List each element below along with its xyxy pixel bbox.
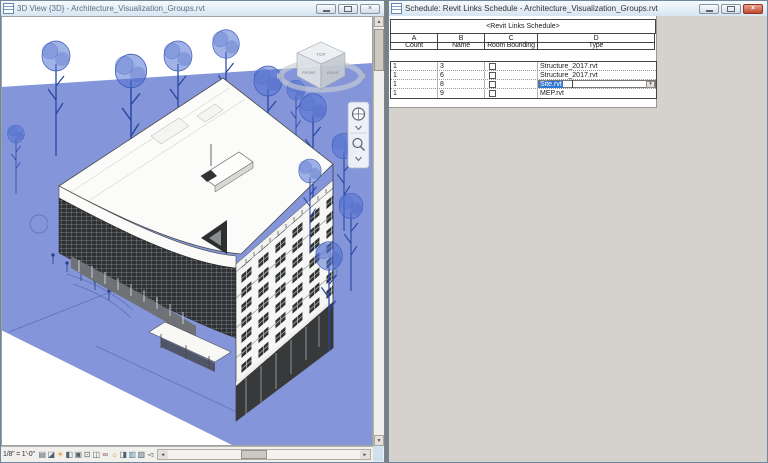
3d-scene: TOP FRONT RIGHT [1,16,373,446]
column-header-row: Count Name Room Bounding Type [390,41,655,50]
sun-path-icon[interactable]: ☀ [56,449,65,460]
table-row: 1 9 MEP.rvt [391,89,656,98]
visual-style-icon[interactable]: ◪ [47,449,56,460]
drawing-area-3d-view[interactable]: TOP FRONT RIGHT [1,16,373,446]
viewcube-front-label: FRONT [302,70,316,75]
window-titlebar[interactable]: 3D View {3D} - Architecture_Visualizatio… [1,1,384,16]
window-title: Schedule: Revit Links Schedule - Archite… [405,4,696,13]
schedule-title: <Revit Links Schedule> [390,19,656,34]
scroll-right-arrow[interactable]: ► [360,450,370,459]
room-bounding-checkbox[interactable] [489,90,496,97]
hide-isolate-icon[interactable]: ∞ [101,449,110,460]
steering-wheel-icon[interactable] [353,108,365,120]
cell-name[interactable]: 8 [438,80,485,88]
view-window-icon [3,3,14,14]
minimize-button[interactable] [316,4,336,14]
selected-cell-text[interactable]: Site.rvt [539,81,563,88]
scroll-up-arrow[interactable]: ▲ [374,16,384,27]
room-bounding-checkbox[interactable] [489,63,496,70]
scroll-left-arrow[interactable]: ◄ [158,450,168,459]
schedule-window-icon [391,3,402,14]
detail-level-icon[interactable]: ▤ [38,449,47,460]
schedule-view-area: <Revit Links Schedule> A B C D Count Nam… [389,16,767,462]
cell-room-bounding[interactable] [485,62,538,70]
crop-view-icon[interactable]: ⊡ [83,449,92,460]
scale-control[interactable]: 1/8" = 1'-0" [3,451,35,458]
schedule-data-table: 1 3 Structure_2017.rvt 1 6 Structure_201… [390,61,657,99]
close-button[interactable]: × [360,4,380,14]
reveal-constraints-icon[interactable]: ◅ [146,449,155,460]
cell-room-bounding[interactable] [485,71,538,79]
view-control-bar: 1/8" = 1'-0" ▤ ◪ ☀ ◧ ▣ ⊡ ◫ ∞ ☼ ◨ ▥ ▧ ◅ ◄… [1,446,373,462]
room-bounding-checkbox[interactable] [489,81,496,88]
text-cursor-ibeam [569,80,576,88]
cell-name[interactable]: 3 [438,62,485,70]
header-name[interactable]: Name [438,41,485,50]
restore-icon [344,6,352,12]
view-properties-icon[interactable]: ◨ [119,449,128,460]
cell-type[interactable]: Structure_2017.rvt [538,62,656,70]
schedule-sheet: <Revit Links Schedule> A B C D Count Nam… [389,16,657,108]
cell-count[interactable]: 1 [391,71,438,79]
cell-type-editing[interactable]: Site.rvt ▾ [538,80,656,88]
cell-type[interactable]: Structure_2017.rvt [538,71,656,79]
cell-room-bounding[interactable] [485,80,538,88]
cell-name[interactable]: 9 [438,89,485,98]
horizontal-scroll-track[interactable] [168,450,360,459]
shadows-icon[interactable]: ◧ [65,449,74,460]
room-bounding-checkbox[interactable] [489,72,496,79]
scroll-down-arrow[interactable]: ▼ [374,435,384,446]
vertical-scrollbar[interactable]: ▲ ▼ [373,16,384,446]
schedule-window: Schedule: Revit Links Schedule - Archite… [388,0,768,463]
table-row-selected: 1 8 Site.rvt ▾ [391,80,656,89]
window-titlebar[interactable]: Schedule: Revit Links Schedule - Archite… [389,1,767,16]
horizontal-scroll-thumb[interactable] [241,450,267,459]
window-title: 3D View {3D} - Architecture_Visualizatio… [17,4,313,13]
header-room-bounding[interactable]: Room Bounding [485,41,538,50]
crop-region-icon[interactable]: ◫ [92,449,101,460]
viewcube-right-label: RIGHT [327,70,340,75]
cell-dropdown-button[interactable]: ▾ [646,81,655,88]
restore-button[interactable] [338,4,358,14]
header-count[interactable]: Count [391,41,438,50]
reveal-hidden-icon[interactable]: ☼ [110,449,119,460]
analytical-model-icon[interactable]: ▥ [128,449,137,460]
cell-count[interactable]: 1 [391,62,438,70]
vertical-scroll-thumb[interactable] [374,29,384,71]
restore-icon [727,6,735,12]
horizontal-scrollbar[interactable]: ◄ ► [157,449,371,460]
header-type[interactable]: Type [538,41,655,50]
table-row: 1 3 Structure_2017.rvt [391,62,656,71]
cell-count[interactable]: 1 [391,89,438,98]
close-button[interactable]: × [743,4,763,14]
cell-name[interactable]: 6 [438,71,485,79]
cell-type[interactable]: MEP.rvt [538,89,656,98]
minimize-button[interactable] [699,4,719,14]
navigation-bar[interactable] [348,102,369,168]
displacement-sets-icon[interactable]: ▧ [137,449,146,460]
cell-room-bounding[interactable] [485,89,538,98]
cell-count[interactable]: 1 [391,80,438,88]
restore-button[interactable] [721,4,741,14]
minimize-icon [706,10,713,12]
view-window-3d: 3D View {3D} - Architecture_Visualizatio… [0,0,385,463]
table-row: 1 6 Structure_2017.rvt [391,71,656,80]
viewcube-top-label: TOP [316,52,325,57]
minimize-icon [323,10,330,12]
rendering-icon[interactable]: ▣ [74,449,83,460]
